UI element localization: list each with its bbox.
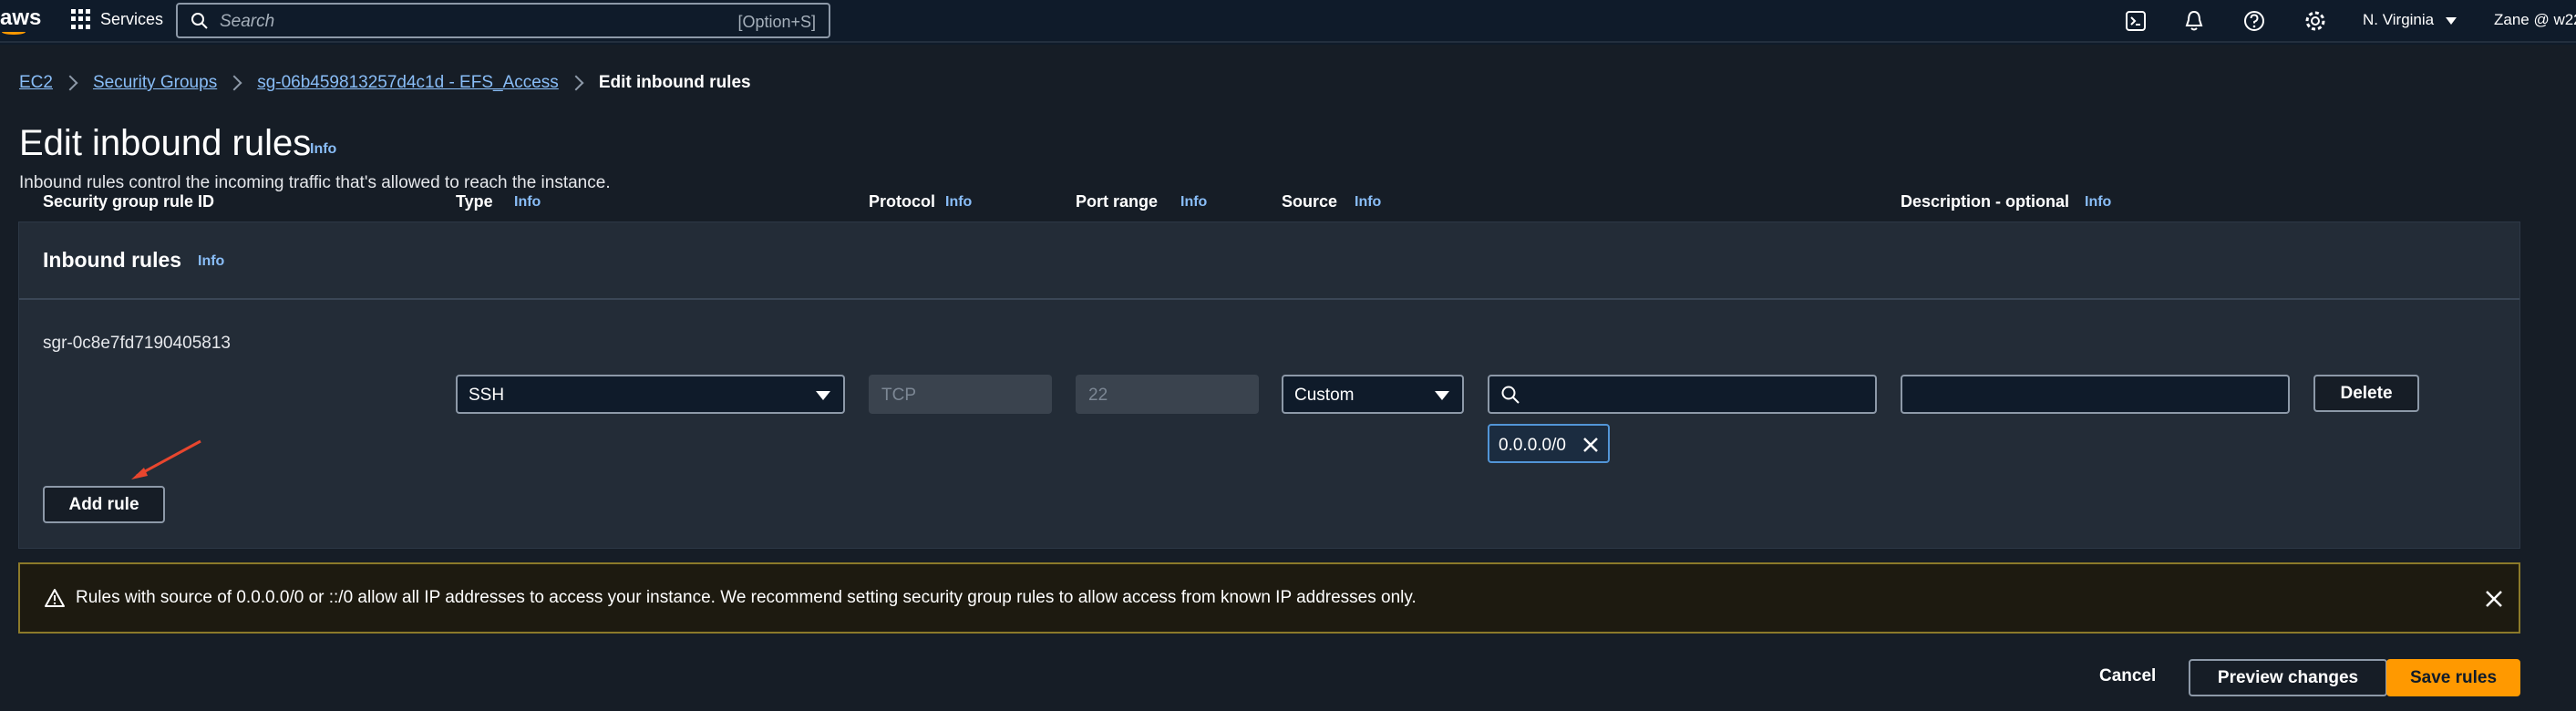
warning-text: Rules with source of 0.0.0.0/0 or ::/0 a… <box>76 588 1417 607</box>
breadcrumb-security-groups[interactable]: Security Groups <box>93 73 217 93</box>
port-range-field: 22 <box>1076 375 1259 414</box>
column-header-type: Type <box>456 192 493 211</box>
source-token-value: 0.0.0.0/0 <box>1499 436 1566 455</box>
type-select[interactable]: SSH <box>456 375 845 414</box>
grid-icon <box>71 9 91 29</box>
search-shortcut: [Option+S] <box>737 13 816 31</box>
port-range-value: 22 <box>1088 386 1108 405</box>
breadcrumb-ec2[interactable]: EC2 <box>19 73 53 93</box>
chevron-right-icon <box>568 75 584 91</box>
add-rule-button[interactable]: Add rule <box>43 486 165 523</box>
protocol-info-link[interactable]: Info <box>945 194 972 211</box>
caret-down-icon <box>816 391 830 400</box>
panel-header: Inbound rules Info <box>19 222 2519 300</box>
caret-down-icon <box>1435 391 1449 400</box>
column-header-protocol: Protocol <box>869 192 936 211</box>
region-selector[interactable]: N. Virginia <box>2363 11 2457 29</box>
search-placeholder: Search <box>220 12 275 31</box>
breadcrumb-current: Edit inbound rules <box>598 73 751 92</box>
close-icon[interactable] <box>2483 588 2505 610</box>
logo-smile <box>2 29 26 35</box>
title-info-link[interactable]: Info <box>310 141 336 158</box>
bell-icon[interactable] <box>2182 9 2206 33</box>
close-icon[interactable] <box>1581 435 1601 455</box>
description-info-link[interactable]: Info <box>2085 194 2111 211</box>
page-description: Inbound rules control the incoming traff… <box>19 173 611 192</box>
source-token: 0.0.0.0/0 <box>1488 424 1610 463</box>
top-navigation: aws Services Search [Option+S] N. Virgin… <box>0 0 2576 43</box>
panel-info-link[interactable]: Info <box>198 253 224 270</box>
caret-down-icon <box>2445 16 2457 25</box>
description-input[interactable] <box>1901 375 2290 414</box>
port-range-info-link[interactable]: Info <box>1180 194 1207 211</box>
preview-changes-button[interactable]: Preview changes <box>2189 659 2387 696</box>
logo-text: aws <box>0 5 42 30</box>
search-input[interactable]: Search [Option+S] <box>176 3 830 38</box>
breadcrumb: EC2 Security Groups sg-06b459813257d4c1d… <box>19 73 751 93</box>
source-type-select[interactable]: Custom <box>1282 375 1464 414</box>
source-info-link[interactable]: Info <box>1355 194 1381 211</box>
column-header-source: Source <box>1282 192 1338 211</box>
help-icon[interactable] <box>2242 9 2266 33</box>
protocol-field: TCP <box>869 375 1052 414</box>
column-header-description: Description - optional <box>1901 192 2070 211</box>
chevron-right-icon <box>62 75 78 91</box>
search-icon <box>191 13 208 29</box>
chevron-right-icon <box>226 75 242 91</box>
search-icon <box>1501 386 1520 404</box>
source-type-value: Custom <box>1294 386 1355 405</box>
warning-alert: Rules with source of 0.0.0.0/0 or ::/0 a… <box>18 562 2520 634</box>
gear-icon[interactable] <box>2303 9 2327 33</box>
breadcrumb-security-group[interactable]: sg-06b459813257d4c1d - EFS_Access <box>257 73 559 93</box>
type-value: SSH <box>469 386 505 405</box>
services-menu[interactable]: Services <box>71 9 163 29</box>
column-header-rule-id: Security group rule ID <box>43 192 215 211</box>
account-menu[interactable]: Zane @ w22 <box>2494 11 2576 29</box>
column-header-port-range: Port range <box>1076 192 1159 211</box>
aws-logo[interactable]: aws <box>0 5 42 35</box>
source-search-input[interactable] <box>1488 375 1877 414</box>
type-info-link[interactable]: Info <box>514 194 541 211</box>
services-label: Services <box>100 9 164 28</box>
rule-id-text: sgr-0c8e7fd7190405813 <box>43 334 232 353</box>
protocol-value: TCP <box>881 386 916 405</box>
cancel-button[interactable]: Cancel <box>2099 666 2156 686</box>
warning-icon <box>45 589 65 607</box>
panel-title: Inbound rules <box>43 248 182 272</box>
cloudshell-icon[interactable] <box>2124 9 2148 33</box>
annotation-arrow <box>131 439 201 479</box>
page-title: Edit inbound rules <box>19 123 312 163</box>
delete-button[interactable]: Delete <box>2313 375 2419 412</box>
save-rules-button[interactable]: Save rules <box>2386 659 2520 696</box>
region-label: N. Virginia <box>2363 11 2435 28</box>
